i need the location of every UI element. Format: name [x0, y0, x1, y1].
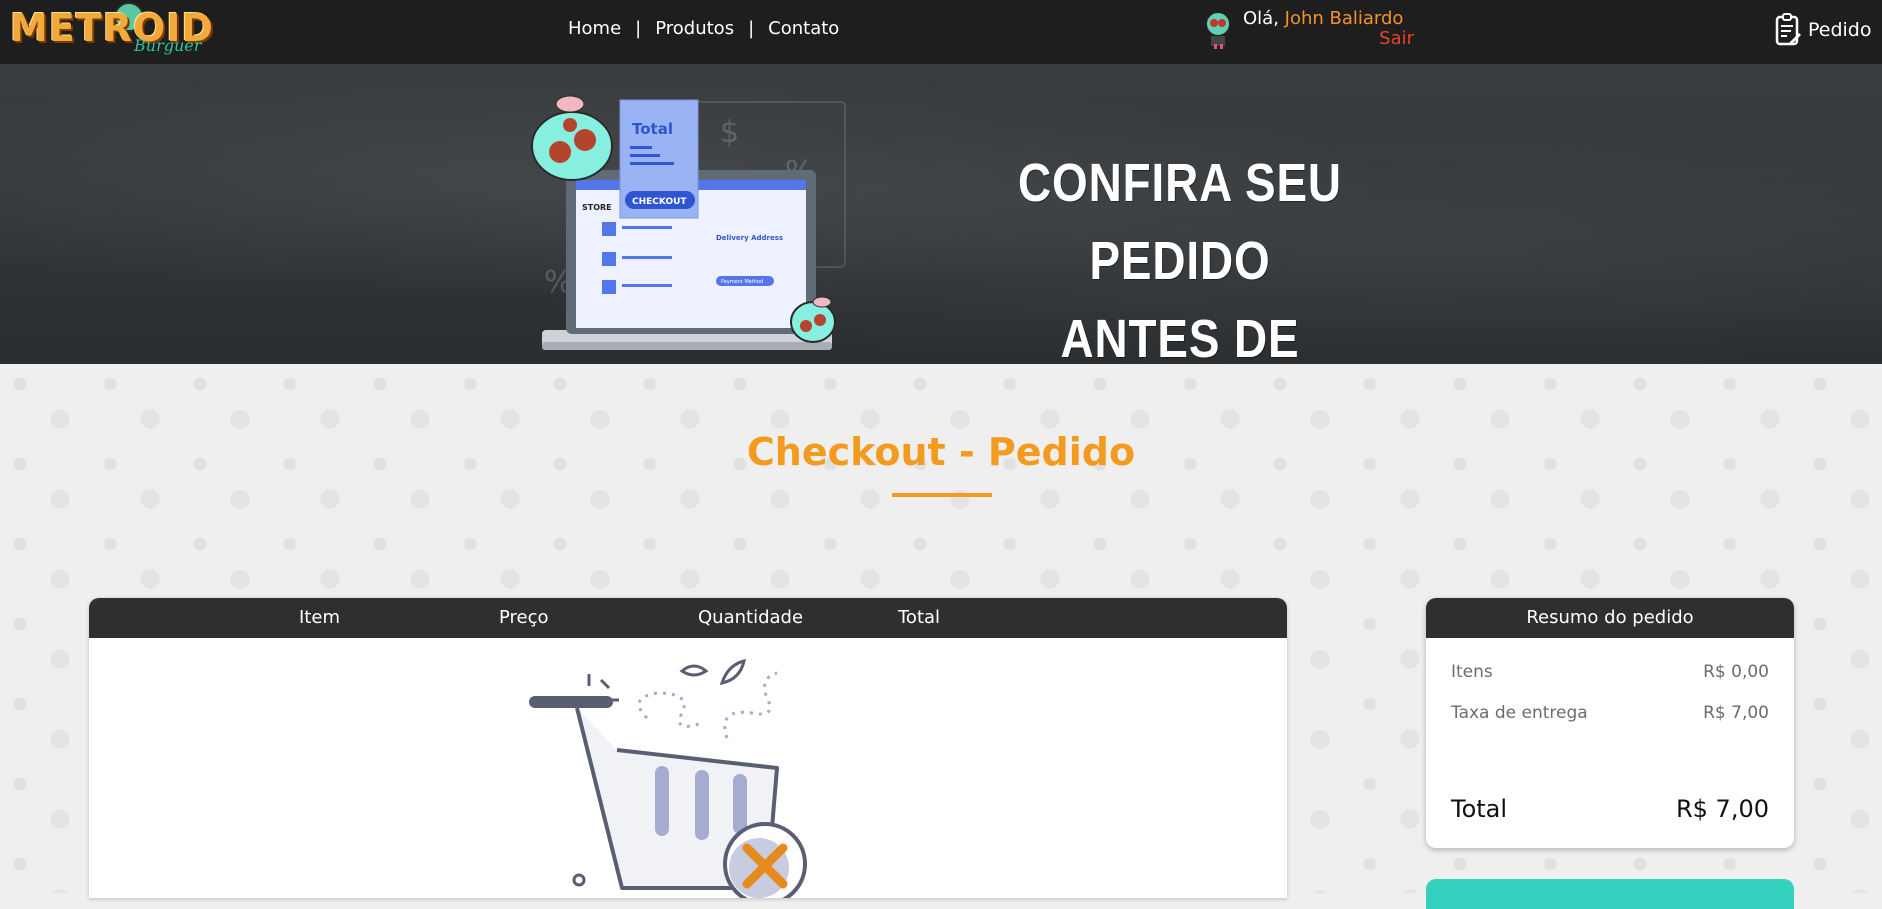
col-header-total: Total [898, 607, 941, 628]
summary-row-taxa: Taxa de entrega R$ 7,00 [1451, 703, 1769, 723]
nav-produtos-link[interactable]: Produtos [655, 18, 734, 39]
summary-title: Resumo do pedido [1426, 598, 1794, 638]
user-greeting: Olá, John Baliardo [1243, 8, 1403, 29]
col-header-item: Item [299, 607, 340, 628]
order-summary: Resumo do pedido Itens R$ 0,00 Taxa de e… [1426, 598, 1794, 848]
cart-table-header: Item Preço Quantidade Total [89, 598, 1287, 638]
illus-store-text: STORE [582, 203, 612, 212]
continue-button[interactable] [1426, 879, 1794, 909]
greeting-text: Olá, [1243, 8, 1285, 29]
col-header-preco: Preço [499, 607, 549, 628]
logout-link[interactable]: Sair [1379, 28, 1414, 49]
order-label: Pedido [1808, 19, 1872, 41]
illus-checkout-text: CHECKOUT [632, 197, 687, 207]
banner-headline-line2: ANTES DE CONTINUAR [1060, 309, 1300, 364]
page-title: Checkout - Pedido [746, 430, 1136, 474]
summary-row-label: Taxa de entrega [1451, 703, 1588, 723]
summary-row-label: Itens [1451, 662, 1493, 682]
banner-headline-line1: CONFIRA SEU PEDIDO [1018, 153, 1342, 291]
checkout-main: Checkout - Pedido Item Preço Quantidade … [0, 364, 1882, 909]
illus-delivery-text: Delivery Address [716, 234, 783, 242]
main-nav: Home | Produtos | Contato [568, 18, 839, 39]
metroid-avatar-icon [1205, 11, 1231, 49]
empty-cart-icon [529, 658, 807, 898]
summary-total: Total R$ 7,00 [1451, 795, 1769, 823]
summary-row-value: R$ 0,00 [1703, 662, 1769, 682]
user-name[interactable]: John Baliardo [1285, 8, 1404, 29]
order-link[interactable]: Pedido [1774, 10, 1872, 50]
nav-home-link[interactable]: Home [568, 18, 621, 39]
banner-headline: CONFIRA SEU PEDIDO ANTES DE CONTINUAR [968, 144, 1393, 364]
illus-dollar-text: $ [720, 115, 739, 150]
brand-logo[interactable]: METROID Burguer [10, 2, 215, 58]
nav-separator: | [635, 18, 642, 39]
col-header-quantidade: Quantidade [698, 607, 804, 628]
title-underline [892, 493, 992, 497]
illus-payment-text: Payment Method [721, 279, 763, 285]
summary-total-value: R$ 7,00 [1675, 795, 1769, 823]
logo-sub-text: Burguer [134, 36, 202, 55]
cart-table: Item Preço Quantidade Total [89, 598, 1287, 898]
top-navbar: METROID Burguer Home | Produtos | Contat… [0, 0, 1882, 64]
order-list-icon [1775, 13, 1801, 46]
checkout-illustration: $ % % STORE Delivery Address Payment Met… [531, 95, 846, 350]
summary-row-itens: Itens R$ 0,00 [1451, 662, 1769, 682]
summary-row-value: R$ 7,00 [1703, 703, 1769, 723]
user-box: Olá, John Baliardo Sair [1198, 6, 1418, 58]
illus-total-text: Total [632, 120, 673, 138]
summary-total-label: Total [1451, 795, 1508, 823]
hero-banner: $ % % STORE Delivery Address Payment Met… [0, 64, 1882, 364]
nav-separator: | [748, 18, 755, 39]
nav-contato-link[interactable]: Contato [768, 18, 839, 39]
